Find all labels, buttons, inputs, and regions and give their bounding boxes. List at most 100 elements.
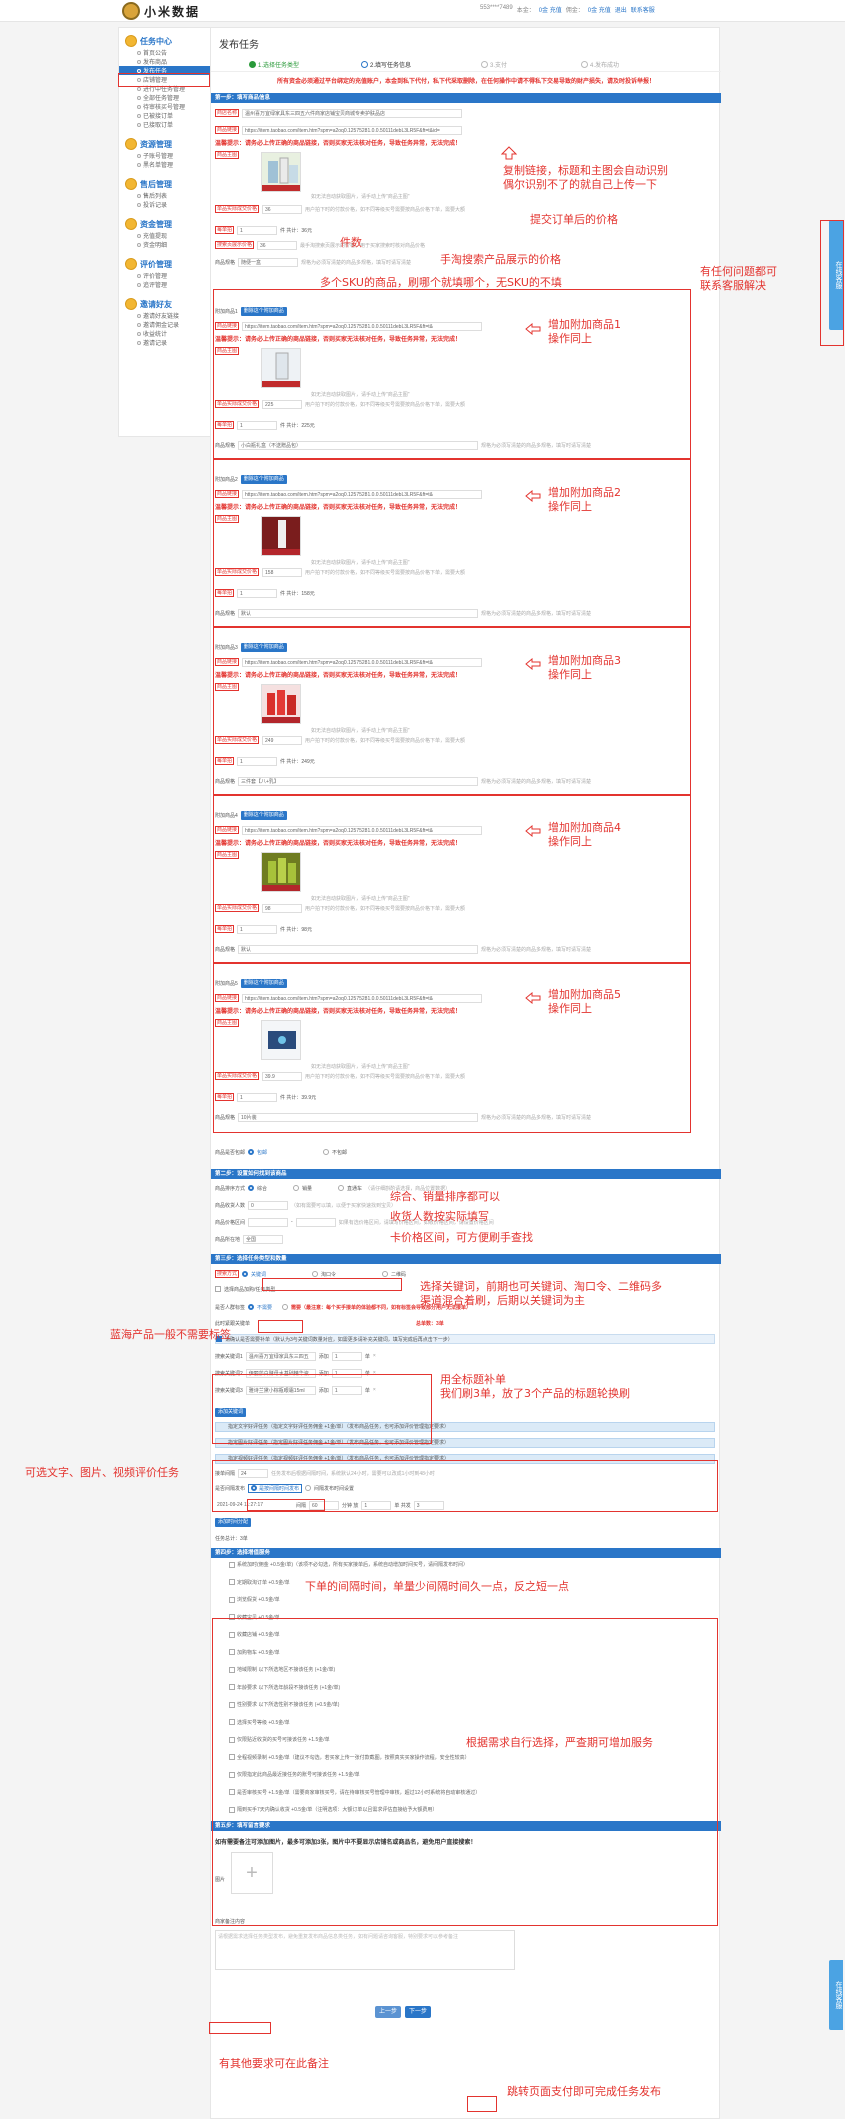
highlight-services xyxy=(212,1618,718,1926)
service-option[interactable]: 定期取淘订单 +0.5金/单 xyxy=(229,1579,290,1586)
sidebar-item[interactable]: 充值提现 xyxy=(119,231,213,240)
sidebar-item[interactable]: 邀请好友链接 xyxy=(119,311,213,320)
sidebar-item[interactable]: 待审核买号管理 xyxy=(119,102,213,111)
shop-input[interactable]: 温州喜万宜绿家具东三四五六件商家店铺宝贝商城专卖护肤品店 xyxy=(242,108,463,118)
item-icon xyxy=(137,273,141,278)
service-option[interactable]: 系统加时(佣金 +0.5金/单)（该项不必勾选，所有买家接单后，系统自动增加时间… xyxy=(229,1561,468,1568)
group-icon xyxy=(125,178,137,190)
principal-recharge-link[interactable]: 0金 充值 xyxy=(539,5,562,14)
item-icon xyxy=(137,322,141,327)
sidebar-item[interactable]: 评价管理 xyxy=(119,271,213,280)
sidebar-item[interactable]: 已接取订单 xyxy=(119,120,213,129)
sort-ztc-radio[interactable] xyxy=(338,1185,345,1191)
annotation-qty: 件数 xyxy=(340,236,362,249)
shipping-free-radio[interactable] xyxy=(248,1149,255,1155)
sidebar-item[interactable]: 已被接订单 xyxy=(119,111,213,120)
qty-input[interactable]: 1 xyxy=(237,225,278,235)
service-option[interactable]: 浏览假货 +0.5金/单 xyxy=(229,1596,280,1603)
group-icon xyxy=(125,35,137,47)
item-icon xyxy=(137,113,141,118)
buyers-input[interactable]: 0 xyxy=(248,1200,289,1210)
product-main-image[interactable] xyxy=(261,152,301,192)
qty-label: 每单拍 xyxy=(215,226,235,234)
search-price-input[interactable]: 36 xyxy=(257,240,298,250)
shipping-paid-radio[interactable] xyxy=(323,1149,330,1155)
split-row: 添加时间分配 xyxy=(215,1517,252,1527)
keyword-qty-input[interactable]: 1 xyxy=(331,1351,362,1361)
range-max-input[interactable] xyxy=(295,1217,336,1227)
service-check[interactable] xyxy=(229,1561,235,1568)
sidebar-item[interactable]: 黑名单管理 xyxy=(119,160,213,169)
remove-keyword-icon[interactable]: × xyxy=(373,1353,376,1359)
shop-label: 商店名称 xyxy=(215,109,240,117)
sidebar-item[interactable]: 邀请佣金记录 xyxy=(119,320,213,329)
link-label: 商品链接 xyxy=(215,126,240,134)
sort-comprehensive-radio[interactable] xyxy=(248,1185,255,1191)
page-title: 发布任务 xyxy=(219,40,259,51)
step-circle-icon xyxy=(481,61,488,68)
top-info: 553****7489 本金： 0金 充值 佣金： 0金 充值 退出 联系客服 xyxy=(480,5,655,14)
arrow-left-icon xyxy=(525,658,541,670)
sidebar-item[interactable]: 首页公告 xyxy=(119,48,213,57)
sidebar-group[interactable]: 资金管理 xyxy=(119,217,213,231)
service-check[interactable] xyxy=(229,1579,235,1585)
item-icon xyxy=(137,331,141,336)
logo[interactable]: 小米数据 xyxy=(122,1,200,21)
spec-row: 商品规格 随便一盒 规格为必须写清楚的商品多规格，填写时请写清楚 xyxy=(215,257,412,267)
sidebar-item[interactable]: 资金明细 xyxy=(119,240,213,249)
note-textarea[interactable]: 请根据需求选择任务类型发布，避免重复发布商品信息类任务，如有问题请咨询客服，特别… xyxy=(215,1930,515,1970)
item-icon xyxy=(137,193,141,198)
contact-link[interactable]: 联系客服 xyxy=(631,5,655,14)
task-type-check[interactable] xyxy=(215,1286,221,1292)
section1-bar: 第一步：填写商品信息 xyxy=(211,93,721,103)
tag-none-radio[interactable] xyxy=(248,1304,255,1310)
sidebar-item[interactable]: 邀请记录 xyxy=(119,338,213,347)
commission-recharge-link[interactable]: 0金 充值 xyxy=(588,5,611,14)
sidebar-group[interactable]: 评价管理 xyxy=(119,257,213,271)
annotation-range: 卡价格区间，可方便刷手查找 xyxy=(390,1231,533,1244)
location-input[interactable]: 全国 xyxy=(243,1234,284,1244)
sidebar-item[interactable]: 发布商品 xyxy=(119,57,213,66)
link-input[interactable]: https://item.taobao.com/item.htm?spm=a2o… xyxy=(242,125,463,135)
prev-button[interactable]: 上一步 xyxy=(375,2006,401,2018)
sidebar-item[interactable]: 全部任务管理 xyxy=(119,93,213,102)
sidebar-item[interactable]: 投诉记录 xyxy=(119,200,213,209)
keyword-input[interactable]: 温州喜万宜绿家具东三四五 xyxy=(245,1351,316,1361)
price-input[interactable]: 36 xyxy=(262,204,303,214)
logout-link[interactable]: 退出 xyxy=(615,5,627,14)
buyers-row: 商品收货人数 0 （如有需要可以填，以便于买家快速找到宝贝） xyxy=(215,1200,397,1210)
annotation-price: 提交订单后的价格 xyxy=(530,213,618,226)
sidebar-group[interactable]: 售后管理 xyxy=(119,177,213,191)
annotation-add-1: 增加附加商品1 操作同上 xyxy=(548,318,621,345)
spec-label: 商品规格 xyxy=(215,259,236,266)
section2-bar: 第二步：设置如何找到该商品 xyxy=(211,1169,721,1179)
shipping-label: 商品是否包邮 xyxy=(215,1149,246,1156)
annotation-sku: 多个SKU的商品，刷哪个就填哪个，无SKU的不填 xyxy=(320,276,562,289)
add-time-split-button[interactable]: 添加时间分配 xyxy=(215,1517,252,1527)
logo-text: 小米数据 xyxy=(144,4,201,19)
step-3: 3.支付 xyxy=(481,60,507,69)
range-min-input[interactable] xyxy=(248,1217,289,1227)
annotation-add-3: 增加附加商品3 操作同上 xyxy=(548,654,621,681)
highlight-tag-none xyxy=(258,1320,303,1333)
product-image-graphic xyxy=(262,153,300,191)
sidebar-item[interactable]: 子账号管理 xyxy=(119,151,213,160)
search-qrcode-radio[interactable] xyxy=(382,1271,389,1277)
sidebar-group[interactable]: 任务中心 xyxy=(119,34,213,48)
sidebar-group[interactable]: 邀请好友 xyxy=(119,297,213,311)
sidebar-item[interactable]: 收益统计 xyxy=(119,329,213,338)
sort-sales-radio[interactable] xyxy=(293,1185,300,1191)
arrow-left-icon xyxy=(525,825,541,837)
sidebar-group[interactable]: 资源管理 xyxy=(119,137,213,151)
service-check[interactable] xyxy=(229,1596,235,1603)
sidebar-item[interactable]: 追评管理 xyxy=(119,280,213,289)
tag-need-radio[interactable] xyxy=(282,1304,289,1310)
search-keyword-radio[interactable] xyxy=(242,1271,249,1277)
sidebar-item[interactable]: 售后列表 xyxy=(119,191,213,200)
arrow-left-icon xyxy=(525,992,541,1004)
next-button[interactable]: 下一步 xyxy=(405,2006,431,2018)
online-kefu-tab-bottom[interactable]: 在线客服 xyxy=(829,1960,843,2030)
search-taokouling-radio[interactable] xyxy=(312,1271,319,1277)
item-icon xyxy=(137,233,141,238)
spec-input[interactable]: 随便一盒 xyxy=(238,257,299,267)
